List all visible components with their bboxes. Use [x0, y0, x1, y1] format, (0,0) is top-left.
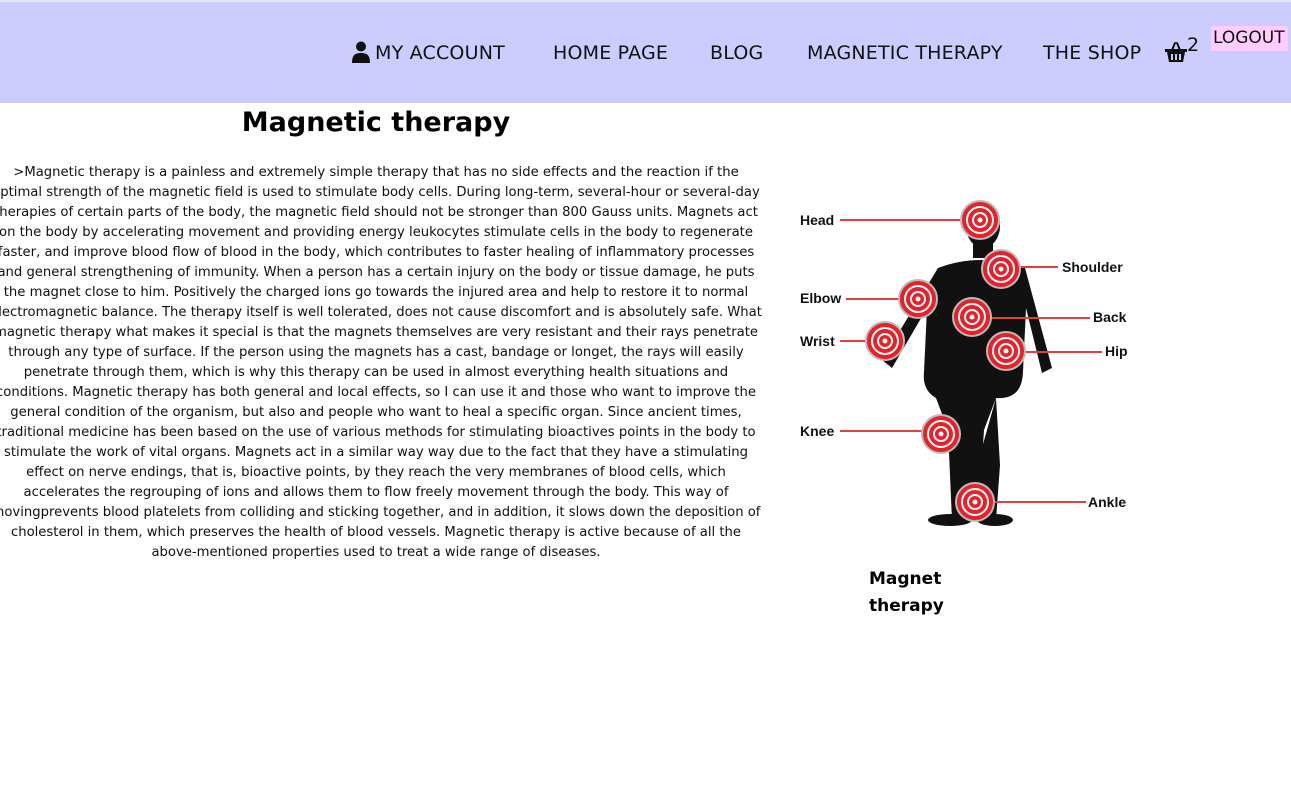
logout-button[interactable]: LOGOUT: [1211, 26, 1288, 51]
nav-magnetic-therapy[interactable]: MAGNETIC THERAPY: [807, 39, 1003, 67]
nav-blog[interactable]: BLOG: [710, 39, 763, 67]
label-ankle: Ankle: [1088, 494, 1126, 510]
label-knee: Knee: [800, 423, 834, 439]
magnet-therapy-body-diagram: Head Shoulder Elbow Back Wrist Hip Knee …: [800, 200, 1128, 526]
label-elbow: Elbow: [800, 290, 841, 306]
label-wrist: Wrist: [800, 333, 835, 349]
page-title: Magnetic therapy: [241, 107, 511, 138]
label-head: Head: [800, 212, 834, 228]
label-back: Back: [1093, 309, 1127, 325]
label-shoulder: Shoulder: [1062, 259, 1123, 275]
article-text: >Magnetic therapy is a painless and extr…: [0, 165, 762, 560]
nav-home-page[interactable]: HOME PAGE: [553, 39, 668, 67]
basket-icon[interactable]: [1165, 41, 1187, 63]
user-icon[interactable]: [352, 41, 370, 63]
label-hip: Hip: [1105, 343, 1128, 359]
figure-caption: Magnet therapy: [869, 569, 944, 616]
cart-count: 2: [1187, 34, 1200, 56]
body-silhouette: [882, 204, 1052, 526]
nav-the-shop[interactable]: THE SHOP: [1043, 39, 1141, 67]
nav-my-account[interactable]: MY ACCOUNT: [375, 39, 505, 67]
